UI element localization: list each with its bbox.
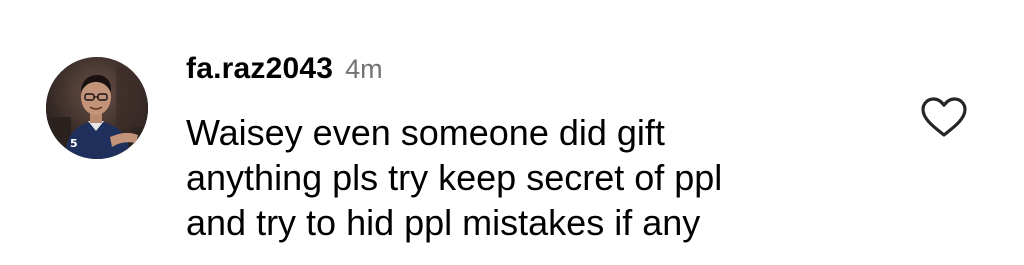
comment-text-line: anything pls try keep secret of ppl	[186, 157, 723, 198]
username[interactable]: fa.raz2043	[186, 52, 333, 86]
comment-header: fa.raz2043 4m	[186, 52, 383, 92]
comment-text-line: Waisey even someone did gift	[186, 112, 665, 153]
comment: 5 fa.raz2043 4m Waisey even someone did …	[0, 0, 1024, 265]
comment-text: Waisey even someone did gift anything pl…	[186, 110, 886, 245]
avatar-photo: 5	[46, 57, 148, 159]
avatar[interactable]: 5	[46, 57, 148, 159]
comment-text-line: and try to hid ppl mistakes if any	[186, 202, 701, 243]
heart-outline-icon	[921, 97, 967, 137]
like-button[interactable]	[920, 96, 968, 138]
timestamp: 4m	[345, 54, 383, 84]
svg-text:5: 5	[70, 137, 78, 150]
